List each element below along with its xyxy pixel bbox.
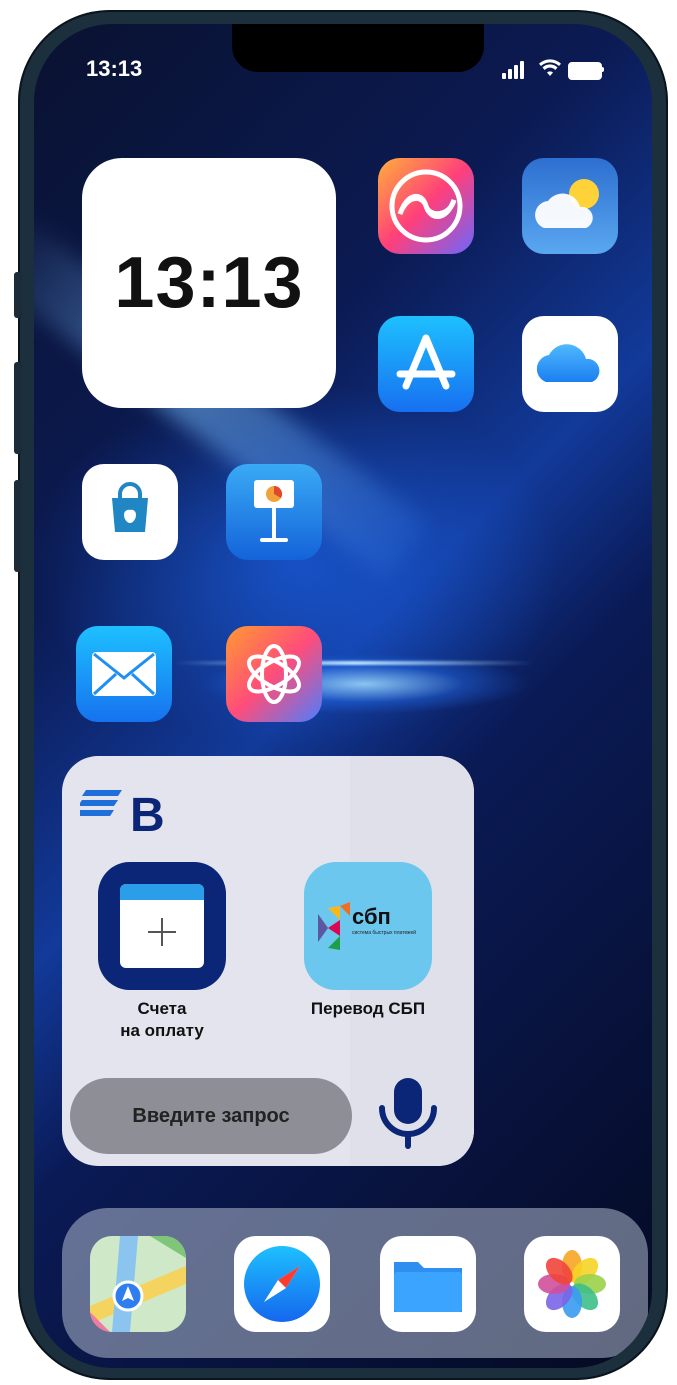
- action-button: [14, 272, 22, 318]
- home-screen: 13:13 13:13 B Счета на оплату сбп систем…: [34, 24, 652, 1368]
- freeform-app-icon[interactable]: [378, 158, 474, 254]
- weather-app-icon[interactable]: [522, 158, 618, 254]
- apple-intelligence-app-icon[interactable]: [226, 626, 322, 722]
- sbp-transfer-label: Перевод СБП: [310, 999, 426, 1018]
- signal-icon: [502, 73, 506, 79]
- battery-icon: [568, 62, 602, 80]
- app-store-icon[interactable]: [378, 316, 474, 412]
- microphone-icon: [379, 1078, 437, 1149]
- signal-icon: [508, 69, 512, 79]
- volume-down-button: [14, 480, 22, 572]
- microphone-button[interactable]: [368, 1072, 448, 1157]
- maps-app-icon[interactable]: [90, 1236, 186, 1332]
- notch: [232, 24, 484, 72]
- icloud-app-icon[interactable]: [522, 316, 618, 412]
- files-app-icon[interactable]: [380, 1236, 476, 1332]
- status-time: 13:13: [86, 56, 143, 81]
- request-search-input[interactable]: Введите запрос: [70, 1078, 352, 1154]
- bank-logo: B: [74, 776, 190, 851]
- battery-tip: [601, 67, 604, 72]
- bank-widget: B Счета на оплату сбп система быстрых пл…: [62, 756, 474, 1166]
- keynote-app-icon[interactable]: [226, 464, 322, 560]
- clock-time: 13:13: [114, 243, 304, 323]
- sbp-transfer-button[interactable]: сбп система быстрых платежей: [304, 862, 432, 990]
- dock: [62, 1208, 648, 1358]
- sbp-tile-text: сбп: [352, 904, 391, 929]
- invoices-label-line2: на оплату: [120, 1021, 204, 1040]
- sbp-tile-subtext: система быстрых платежей: [352, 930, 417, 936]
- invoices-button[interactable]: [98, 862, 226, 990]
- clock-widget[interactable]: 13:13: [82, 158, 336, 408]
- status-icons: [502, 58, 622, 82]
- bank-logo-letter: B: [130, 789, 165, 842]
- search-placeholder: Введите запрос: [132, 1104, 290, 1127]
- invoices-label: Счета на оплату: [72, 998, 252, 1042]
- safari-app-icon[interactable]: [234, 1236, 330, 1332]
- signal-icon: [520, 61, 524, 79]
- apple-store-app-icon[interactable]: [82, 464, 178, 560]
- photos-app-icon[interactable]: [524, 1236, 620, 1332]
- invoices-label-line1: Счета: [137, 999, 187, 1018]
- signal-icon: [514, 65, 518, 79]
- mail-app-icon[interactable]: [76, 626, 172, 722]
- volume-up-button: [14, 362, 22, 454]
- wifi-icon: [538, 58, 562, 82]
